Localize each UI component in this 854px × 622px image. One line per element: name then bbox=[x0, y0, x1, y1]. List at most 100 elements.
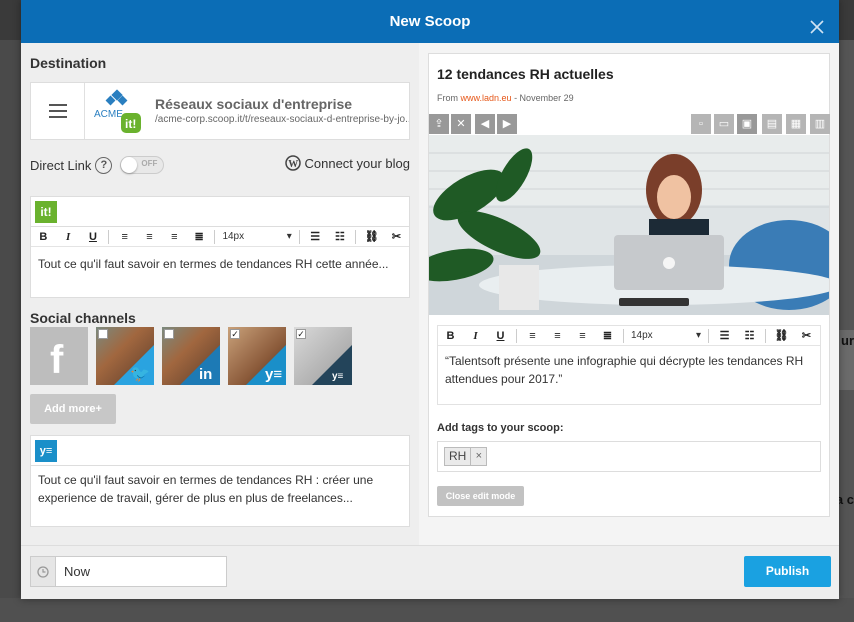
link-icon[interactable]: ⛓ bbox=[769, 329, 794, 342]
image-center-icon[interactable]: ▦ bbox=[786, 114, 806, 134]
bold-button[interactable]: B bbox=[438, 330, 463, 342]
chevron-down-icon: ▾ bbox=[695, 330, 701, 341]
destination-title: Destination bbox=[30, 55, 107, 71]
svg-text:it!: it! bbox=[125, 117, 136, 131]
chevron-down-icon: ▾ bbox=[286, 231, 292, 242]
editor-toolbar: B I U ≡ ≡ ≡ ≣ 14px ▾ ☰ ☷ ⛓ ✂ bbox=[438, 326, 820, 346]
scoopit-icon: it! bbox=[35, 201, 57, 223]
font-size-value: 14px bbox=[222, 231, 245, 242]
direct-link-label: Direct Link bbox=[30, 157, 92, 173]
toolbar-divider bbox=[708, 328, 709, 343]
prev-image-icon[interactable]: ◀ bbox=[475, 114, 495, 134]
align-right-icon[interactable]: ≡ bbox=[570, 330, 595, 342]
image-medium-icon[interactable]: ▭ bbox=[714, 114, 734, 134]
image-left-icon[interactable]: ▤ bbox=[762, 114, 782, 134]
font-size-select[interactable]: 14px ▾ bbox=[627, 330, 705, 341]
editor-header: it! bbox=[31, 197, 409, 227]
facebook-icon: f bbox=[50, 338, 64, 382]
left-column: Destination ACME it! Réseaux sociaux d'e… bbox=[21, 43, 419, 545]
italic-button[interactable]: I bbox=[463, 330, 488, 342]
close-icon[interactable] bbox=[807, 11, 827, 34]
upload-icon[interactable]: ⇪ bbox=[429, 114, 449, 134]
yammer-group-icon: y≡ bbox=[332, 371, 344, 382]
help-icon[interactable]: ? bbox=[95, 156, 113, 174]
numbered-list-icon[interactable]: ☷ bbox=[737, 329, 762, 342]
font-size-select[interactable]: 14px ▾ bbox=[218, 231, 295, 242]
image-large-icon[interactable]: ▣ bbox=[737, 114, 757, 134]
tag-chip: RH × bbox=[444, 447, 488, 466]
remove-image-icon[interactable]: ✕ bbox=[451, 114, 471, 134]
italic-button[interactable]: I bbox=[56, 231, 81, 243]
main-comment-text[interactable]: Tout ce qu'il faut savoir en termes de t… bbox=[31, 247, 409, 281]
background-left-strip bbox=[0, 40, 22, 622]
align-justify-icon[interactable]: ≣ bbox=[595, 329, 620, 342]
connect-blog-label: Connect your blog bbox=[304, 155, 410, 171]
link-icon[interactable]: ⛓ bbox=[359, 230, 384, 243]
toolbar-divider bbox=[516, 328, 517, 343]
topic-title: Réseaux sociaux d'entreprise bbox=[155, 96, 353, 112]
numbered-list-icon[interactable]: ☷ bbox=[328, 230, 353, 243]
twitter-icon: 🐦 bbox=[130, 364, 150, 383]
align-center-icon[interactable]: ≡ bbox=[137, 231, 162, 243]
twitter-channel[interactable]: 🐦 bbox=[96, 327, 154, 385]
linkedin-channel[interactable]: in bbox=[162, 327, 220, 385]
editor-toolbar: B I U ≡ ≡ ≡ ≣ 14px ▾ ☰ ☷ ⛓ ✂ bbox=[31, 227, 409, 247]
new-scoop-modal: New Scoop Destination ACME it! Réseaux s… bbox=[21, 0, 839, 599]
yammer-icon: y≡ bbox=[35, 440, 57, 462]
add-more-button[interactable]: Add more+ bbox=[30, 394, 116, 424]
facebook-channel[interactable]: f bbox=[30, 327, 88, 385]
bullet-list-icon[interactable]: ☰ bbox=[712, 329, 737, 342]
direct-link-toggle[interactable]: OFF bbox=[120, 156, 165, 174]
article-date: - November 29 bbox=[514, 93, 574, 103]
image-right-icon[interactable]: ▥ bbox=[810, 114, 830, 134]
linkedin-icon: in bbox=[199, 366, 212, 383]
unlink-icon[interactable]: ✂ bbox=[794, 329, 819, 342]
bold-button[interactable]: B bbox=[31, 231, 56, 243]
yammer-icon: y≡ bbox=[265, 366, 282, 383]
yammer-channel[interactable]: ✓ y≡ bbox=[228, 327, 286, 385]
underline-button[interactable]: U bbox=[488, 330, 513, 342]
modal-header: New Scoop bbox=[21, 0, 839, 43]
tags-input[interactable]: RH × bbox=[437, 441, 821, 472]
schedule-input[interactable]: Now bbox=[30, 556, 227, 587]
background-bottom-bar bbox=[0, 598, 854, 622]
article-source-link[interactable]: www.ladn.eu bbox=[461, 93, 512, 103]
destination-selector[interactable]: ACME it! Réseaux sociaux d'entreprise /a… bbox=[30, 82, 410, 140]
close-edit-mode-button[interactable]: Close edit mode bbox=[437, 486, 524, 506]
svg-text:f: f bbox=[50, 338, 64, 382]
from-label: From bbox=[437, 93, 458, 103]
align-center-icon[interactable]: ≡ bbox=[545, 330, 570, 342]
yammer-comment-text[interactable]: Tout ce qu'il faut savoir en termes de t… bbox=[31, 466, 409, 515]
bullet-list-icon[interactable]: ☰ bbox=[303, 230, 328, 243]
align-right-icon[interactable]: ≡ bbox=[162, 231, 187, 243]
toggle-knob bbox=[121, 157, 138, 173]
underline-button[interactable]: U bbox=[81, 231, 106, 243]
next-image-icon[interactable]: ▶ bbox=[497, 114, 517, 134]
tags-title: Add tags to your scoop: bbox=[437, 422, 564, 434]
image-tools: ⇪ ✕ ◀ ▶ ▫ ▭ ▣ ▤ ▦ ▥ bbox=[429, 114, 830, 134]
toolbar-divider bbox=[214, 229, 216, 244]
yammer-comment-editor: y≡ Tout ce qu'il faut savoir en termes d… bbox=[30, 435, 410, 527]
connect-blog-link[interactable]: W Connect your blog bbox=[285, 155, 410, 171]
social-channels-title: Social channels bbox=[30, 310, 136, 326]
editor-header: y≡ bbox=[31, 436, 409, 466]
svg-text:W: W bbox=[289, 159, 299, 170]
article-title[interactable]: 12 tendances RH actuelles bbox=[437, 66, 614, 82]
topic-logo: ACME it! bbox=[91, 89, 151, 135]
article-preview: 12 tendances RH actuelles From www.ladn.… bbox=[428, 53, 830, 517]
align-justify-icon[interactable]: ≣ bbox=[187, 230, 212, 243]
align-left-icon[interactable]: ≡ bbox=[520, 330, 545, 342]
article-meta: From www.ladn.eu - November 29 bbox=[437, 93, 574, 103]
image-small-icon[interactable]: ▫ bbox=[691, 114, 711, 134]
schedule-value: Now bbox=[64, 564, 91, 579]
quote-text[interactable]: “Talentsoft présente une infographie qui… bbox=[438, 346, 820, 396]
toolbar-divider bbox=[298, 229, 300, 244]
yammer-group-channel[interactable]: ✓ y≡ bbox=[294, 327, 352, 385]
toolbar-divider bbox=[108, 229, 110, 244]
unlink-icon[interactable]: ✂ bbox=[384, 230, 409, 243]
font-size-value: 14px bbox=[631, 330, 653, 341]
menu-icon[interactable] bbox=[31, 83, 85, 139]
remove-tag-icon[interactable]: × bbox=[470, 448, 486, 465]
align-left-icon[interactable]: ≡ bbox=[112, 231, 137, 243]
publish-button[interactable]: Publish bbox=[744, 556, 831, 587]
